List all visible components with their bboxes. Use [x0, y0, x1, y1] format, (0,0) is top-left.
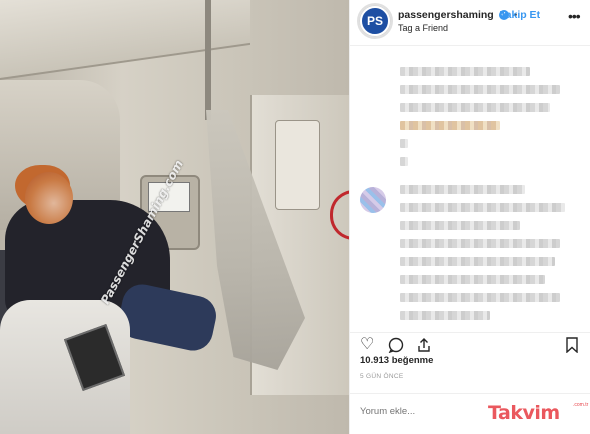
share-icon[interactable] — [416, 337, 432, 357]
avatar[interactable]: PS — [360, 6, 390, 36]
follow-button[interactable]: Takip Et — [500, 9, 540, 21]
blurred-text — [400, 185, 525, 194]
partition-panel — [275, 120, 320, 210]
comment-bubble-icon[interactable] — [388, 337, 404, 357]
blurred-text — [400, 221, 520, 230]
takvim-logo-suffix: .com.tr — [573, 402, 589, 408]
blurred-text — [400, 311, 490, 320]
post-photo[interactable]: PassengerShaming.com — [0, 0, 349, 434]
heart-icon[interactable]: ♡ — [360, 337, 374, 353]
takvim-logo: Takvim — [488, 402, 560, 424]
avatar-text: PS — [366, 14, 383, 28]
location-subtitle[interactable]: Tag a Friend — [398, 23, 448, 33]
username[interactable]: passengershaming — [398, 9, 494, 21]
blurred-text — [400, 85, 560, 94]
blurred-avatar — [360, 187, 386, 213]
blurred-text — [400, 203, 565, 212]
blurred-emoji — [400, 121, 500, 130]
blurred-text — [400, 257, 555, 266]
blurred-text — [400, 67, 530, 76]
bookmark-icon[interactable] — [565, 337, 579, 357]
bookmark-svg — [566, 337, 578, 354]
ellipsis-icon[interactable]: ••• — [568, 8, 581, 24]
post-timestamp[interactable]: 5 GÜN ÖNCE — [360, 373, 403, 380]
comment-box: Takvim .com.tr — [350, 393, 590, 434]
passenger-head — [25, 172, 73, 224]
post-header: PS passengershaming ✓ • Takip Et Tag a F… — [350, 0, 590, 46]
post-details-panel: PS passengershaming ✓ • Takip Et Tag a F… — [349, 0, 590, 434]
hammock-strap — [205, 0, 211, 120]
blurred-text — [400, 275, 545, 284]
blurred-text — [400, 239, 560, 248]
blurred-text — [400, 293, 560, 302]
comment-bubble-svg — [388, 337, 404, 354]
like-count[interactable]: 10.913 beğenme — [360, 355, 433, 366]
blurred-comments — [350, 47, 590, 332]
blurred-text — [400, 157, 408, 166]
blurred-text — [400, 139, 408, 148]
post-actions: ♡ — [350, 332, 590, 354]
share-svg — [418, 338, 430, 352]
blurred-text — [400, 103, 550, 112]
